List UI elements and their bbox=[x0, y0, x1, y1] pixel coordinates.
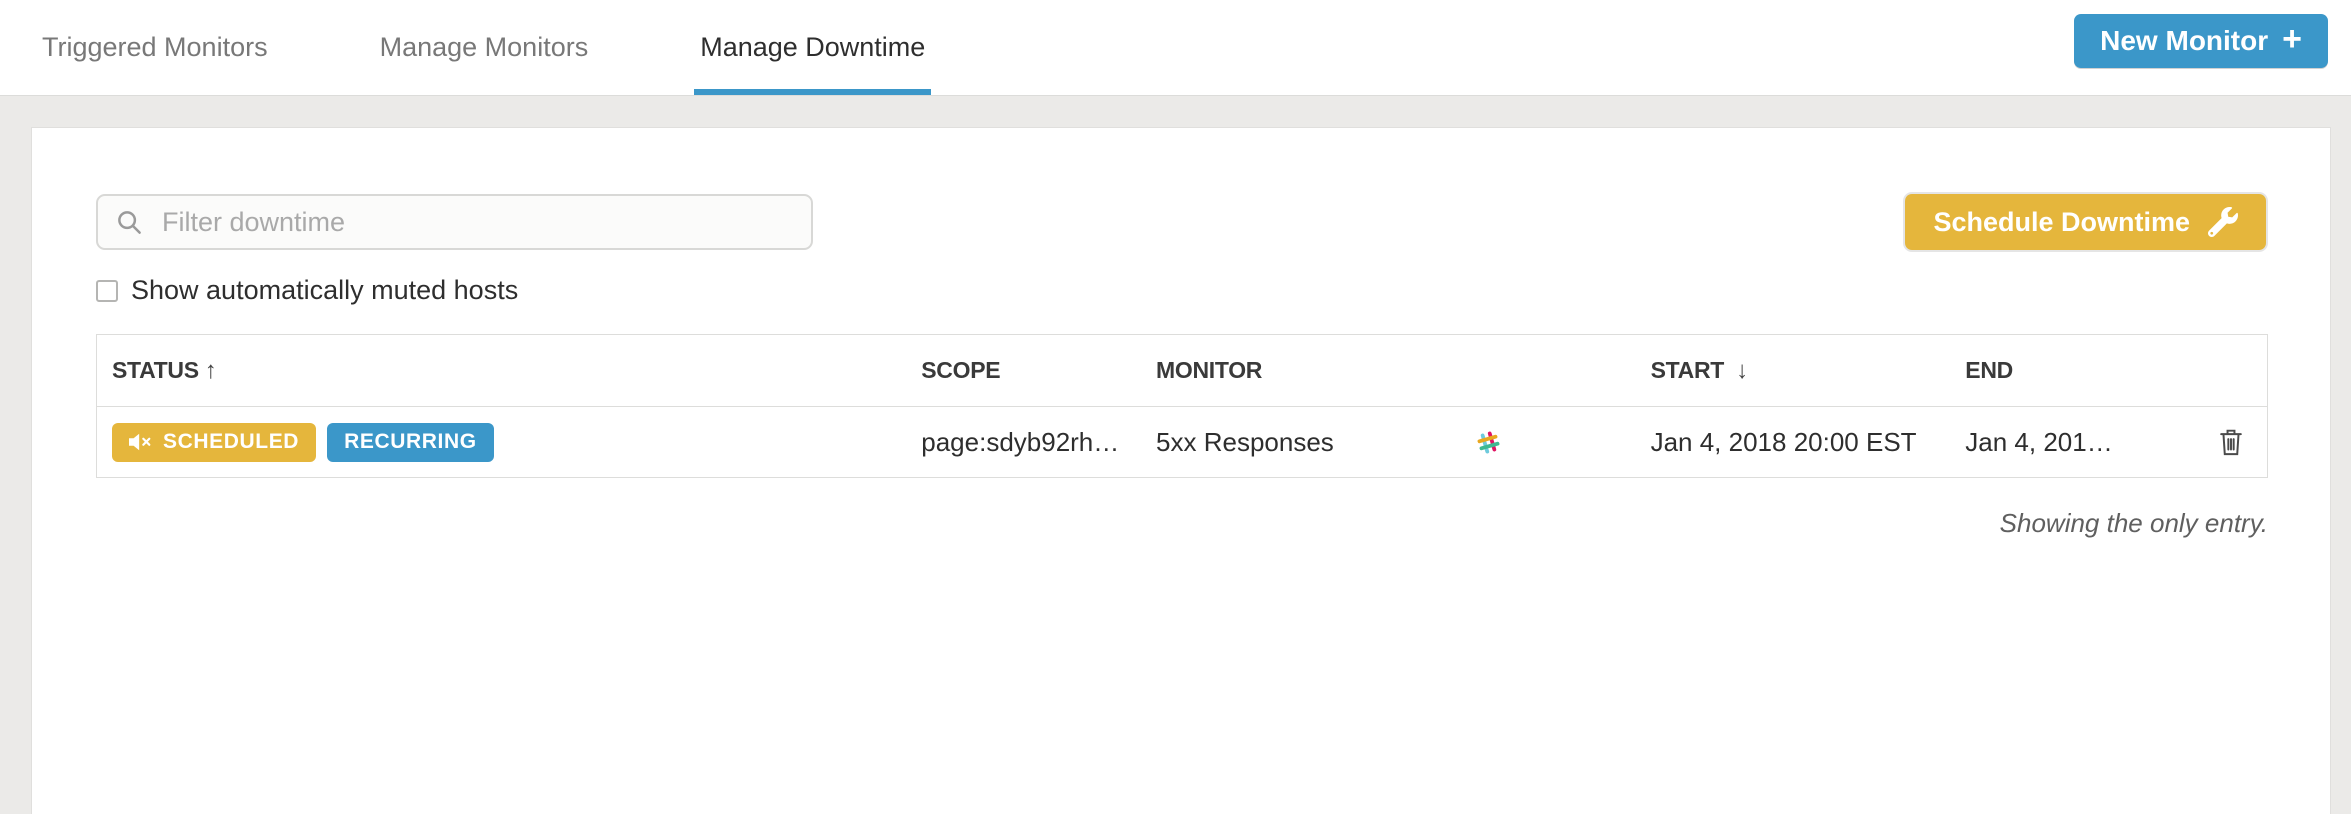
status-badge-recurring: RECURRING bbox=[327, 422, 494, 462]
column-header-scope[interactable]: SCOPE bbox=[921, 357, 1156, 384]
status-badge-scheduled: SCHEDULED bbox=[112, 422, 317, 462]
downtime-table: STATUS ↑ SCOPE MONITOR START ↓ END SCHED… bbox=[96, 334, 2268, 478]
plus-icon: + bbox=[2282, 20, 2302, 58]
trash-icon bbox=[2220, 429, 2242, 456]
downtime-card: Schedule Downtime Show automatically mut… bbox=[31, 127, 2331, 814]
tab-manage-downtime[interactable]: Manage Downtime bbox=[694, 0, 932, 95]
top-tab-bar: Triggered Monitors Manage Monitors Manag… bbox=[0, 0, 2351, 96]
table-row: SCHEDULED RECURRING page:sdyb92rh… 5xx R… bbox=[97, 407, 2267, 477]
delete-downtime-button[interactable] bbox=[2217, 427, 2245, 457]
schedule-downtime-label: Schedule Downtime bbox=[1933, 206, 2190, 237]
column-header-start[interactable]: START ↓ bbox=[1651, 357, 1966, 385]
new-monitor-button[interactable]: New Monitor + bbox=[2074, 14, 2328, 68]
show-muted-hosts-label: Show automatically muted hosts bbox=[131, 275, 519, 305]
status-cell: SCHEDULED RECURRING bbox=[97, 422, 921, 462]
sort-asc-icon: ↑ bbox=[204, 356, 217, 384]
table-summary: Showing the only entry. bbox=[1999, 508, 2268, 538]
monitor-name: 5xx Responses bbox=[1156, 426, 1334, 457]
tab-list: Triggered Monitors Manage Monitors Manag… bbox=[0, 0, 2351, 95]
column-header-monitor[interactable]: MONITOR bbox=[1156, 357, 1651, 384]
start-cell: Jan 4, 2018 20:00 EST bbox=[1650, 426, 1917, 457]
slack-icon bbox=[1477, 431, 1500, 453]
show-muted-hosts-checkbox[interactable] bbox=[96, 279, 118, 302]
filter-wrap bbox=[96, 194, 813, 250]
tab-triggered-monitors[interactable]: Triggered Monitors bbox=[36, 0, 274, 95]
manage-downtime-page: Triggered Monitors Manage Monitors Manag… bbox=[0, 0, 2351, 814]
tab-manage-monitors[interactable]: Manage Monitors bbox=[374, 0, 595, 95]
column-header-status[interactable]: STATUS ↑ bbox=[97, 357, 921, 385]
sort-desc-icon: ↓ bbox=[1736, 356, 1748, 384]
card-content: Schedule Downtime Show automatically mut… bbox=[32, 128, 2330, 539]
end-cell: Jan 4, 201… bbox=[1965, 426, 2113, 457]
table-header-row: STATUS ↑ SCOPE MONITOR START ↓ END bbox=[97, 335, 2267, 407]
wrench-icon bbox=[2208, 207, 2238, 237]
monitor-cell: 5xx Responses bbox=[1156, 427, 1651, 458]
search-icon bbox=[118, 211, 141, 234]
new-monitor-label: New Monitor bbox=[2100, 25, 2269, 56]
schedule-downtime-button[interactable]: Schedule Downtime bbox=[1905, 194, 2266, 250]
filter-downtime-input[interactable] bbox=[96, 194, 813, 250]
status-badge-label: RECURRING bbox=[344, 430, 477, 453]
status-badge-label: SCHEDULED bbox=[163, 430, 300, 453]
column-header-end[interactable]: END bbox=[1965, 357, 2195, 384]
actions-cell bbox=[2195, 427, 2267, 457]
scope-cell: page:sdyb92rh… bbox=[921, 426, 1120, 457]
mute-icon bbox=[129, 433, 151, 451]
muted-hosts-row: Show automatically muted hosts bbox=[96, 275, 2266, 306]
